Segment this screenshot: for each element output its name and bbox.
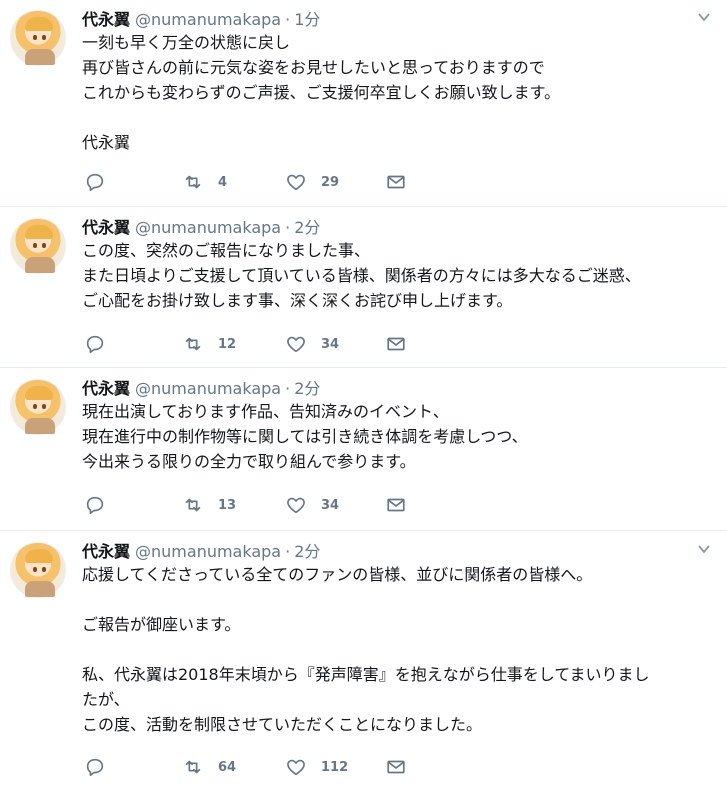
timestamp[interactable]: 2分 <box>294 538 320 562</box>
tweet-text-line: この度、突然のご報告になりました事、 <box>82 241 371 260</box>
tweet-text-line: この度、活動を制限させていただくことになりました。 <box>82 715 483 734</box>
tweet-text-line: ご報告が御座います。 <box>82 615 241 634</box>
timestamp[interactable]: 2分 <box>294 214 320 238</box>
like-count: 112 <box>321 759 349 775</box>
chevron-down-icon[interactable] <box>697 10 711 24</box>
reply-button[interactable] <box>84 332 106 356</box>
retweet-button[interactable]: 13 <box>182 493 236 517</box>
like-button[interactable]: 34 <box>285 493 339 517</box>
envelope-icon <box>387 498 405 512</box>
reply-button[interactable] <box>84 170 106 194</box>
heart-icon <box>287 174 305 191</box>
retweet-button[interactable]: 12 <box>182 332 236 356</box>
separator-dot: · <box>285 379 291 398</box>
like-button[interactable]: 34 <box>285 332 339 356</box>
tweet[interactable]: 代永翼 @numanumakapa · 2分 現在出演しております作品、告知済み… <box>0 369 727 531</box>
heart-icon <box>287 497 305 514</box>
tweet-text-line: ご心配をお掛け致します事、深く深くお詫び申し上げます。 <box>82 291 513 310</box>
tweet-text: 応援してくださっている全てのファンの皆様、並びに関係者の皆様へ。 ご報告が御座い… <box>82 562 722 737</box>
tweet-text-line: 現在出演しております作品、告知済みのイベント、 <box>82 402 449 421</box>
tweet[interactable]: 代永翼 @numanumakapa · 2分 応援してくださっている全てのファン… <box>0 532 727 787</box>
user-handle[interactable]: @numanumakapa <box>135 218 281 237</box>
reply-button[interactable] <box>84 755 106 779</box>
tweet-text-line: これからも変わらずのご声援、ご支援何卒宜しくお願い致します。 <box>82 83 561 102</box>
separator-dot: · <box>285 10 291 29</box>
user-handle[interactable]: @numanumakapa <box>135 542 281 561</box>
heart-icon <box>287 759 305 776</box>
tweet-text-line: 一刻も早く万全の状態に戻し <box>82 33 291 52</box>
display-name[interactable]: 代永翼 <box>82 214 130 238</box>
tweet-text: この度、突然のご報告になりました事、 また日頃よりご支援して頂いている皆様、関係… <box>82 238 722 313</box>
envelope-icon <box>387 175 405 189</box>
retweet-count: 4 <box>218 174 228 190</box>
display-name[interactable]: 代永翼 <box>82 6 130 30</box>
avatar[interactable] <box>10 218 66 274</box>
reply-button[interactable] <box>84 493 106 517</box>
separator-dot: · <box>285 542 291 561</box>
like-count: 34 <box>321 497 340 513</box>
retweet-button[interactable]: 4 <box>182 170 227 194</box>
tweet-text-line: また日頃よりご支援して頂いている皆様、関係者の方々には多大なるご迷惑、 <box>82 266 641 285</box>
reply-icon <box>86 496 104 515</box>
tweet-text-line: 私、代永翼は2018年末頃から『発声障害』を抱えながら仕事をしてまいりまし <box>82 665 650 684</box>
tweet-header: 代永翼 @numanumakapa · 1分 <box>82 6 320 30</box>
display-name[interactable]: 代永翼 <box>82 538 130 562</box>
chevron-down-icon[interactable] <box>697 542 711 556</box>
retweet-count: 12 <box>218 336 237 352</box>
user-handle[interactable]: @numanumakapa <box>135 10 281 29</box>
tweet-text-line <box>82 587 722 612</box>
tweet-text-line <box>82 105 722 130</box>
direct-message-button[interactable] <box>385 170 407 194</box>
tweet-text-line: 今出来うる限りの全力で取り組んで参ります。 <box>82 452 416 471</box>
tweet[interactable]: 代永翼 @numanumakapa · 1分 一刻も早く万全の状態に戻し 再び皆… <box>0 0 727 207</box>
retweet-button[interactable]: 64 <box>182 755 236 779</box>
user-handle[interactable]: @numanumakapa <box>135 379 281 398</box>
tweet-text-line <box>82 637 722 662</box>
tweet-header: 代永翼 @numanumakapa · 2分 <box>82 214 320 238</box>
like-button[interactable]: 112 <box>285 755 348 779</box>
timestamp[interactable]: 1分 <box>294 6 320 30</box>
tweet[interactable]: 代永翼 @numanumakapa · 2分 この度、突然のご報告になりました事… <box>0 208 727 368</box>
reply-icon <box>86 335 104 354</box>
retweet-icon <box>185 175 201 189</box>
separator-dot: · <box>285 218 291 237</box>
like-button[interactable]: 29 <box>285 170 339 194</box>
tweet-text-line: 再び皆さんの前に元気な姿をお見せしたいと思っておりますので <box>82 58 545 77</box>
like-count: 34 <box>321 336 340 352</box>
tweet-text: 現在出演しております作品、告知済みのイベント、 現在進行中の制作物等に関しては引… <box>82 399 722 474</box>
retweet-count: 64 <box>218 759 237 775</box>
tweet-header: 代永翼 @numanumakapa · 2分 <box>82 538 320 562</box>
avatar[interactable] <box>10 379 66 435</box>
avatar[interactable] <box>10 542 66 598</box>
tweet-text-line: 現在進行中の制作物等に関しては引き続き体調を考慮しつつ、 <box>82 427 528 446</box>
retweet-count: 13 <box>218 497 237 513</box>
retweet-icon <box>185 498 201 512</box>
tweet-text: 一刻も早く万全の状態に戻し 再び皆さんの前に元気な姿をお見せしたいと思っておりま… <box>82 30 722 155</box>
direct-message-button[interactable] <box>385 332 407 356</box>
timeline: 代永翼 @numanumakapa · 1分 一刻も早く万全の状態に戻し 再び皆… <box>0 0 727 787</box>
tweet-text-line: 応援してくださっている全てのファンの皆様、並びに関係者の皆様へ。 <box>82 565 593 584</box>
retweet-icon <box>185 760 201 774</box>
tweet-header: 代永翼 @numanumakapa · 2分 <box>82 375 320 399</box>
avatar[interactable] <box>10 10 66 66</box>
timestamp[interactable]: 2分 <box>294 375 320 399</box>
tweet-text-line: 代永翼 <box>82 133 131 152</box>
envelope-icon <box>387 760 405 774</box>
tweet-text-line: たが、 <box>82 690 130 709</box>
heart-icon <box>287 336 305 353</box>
direct-message-button[interactable] <box>385 493 407 517</box>
envelope-icon <box>387 337 405 351</box>
display-name[interactable]: 代永翼 <box>82 375 130 399</box>
reply-icon <box>86 173 104 192</box>
direct-message-button[interactable] <box>385 755 407 779</box>
retweet-icon <box>185 337 201 351</box>
reply-icon <box>86 758 104 777</box>
like-count: 29 <box>321 174 340 190</box>
